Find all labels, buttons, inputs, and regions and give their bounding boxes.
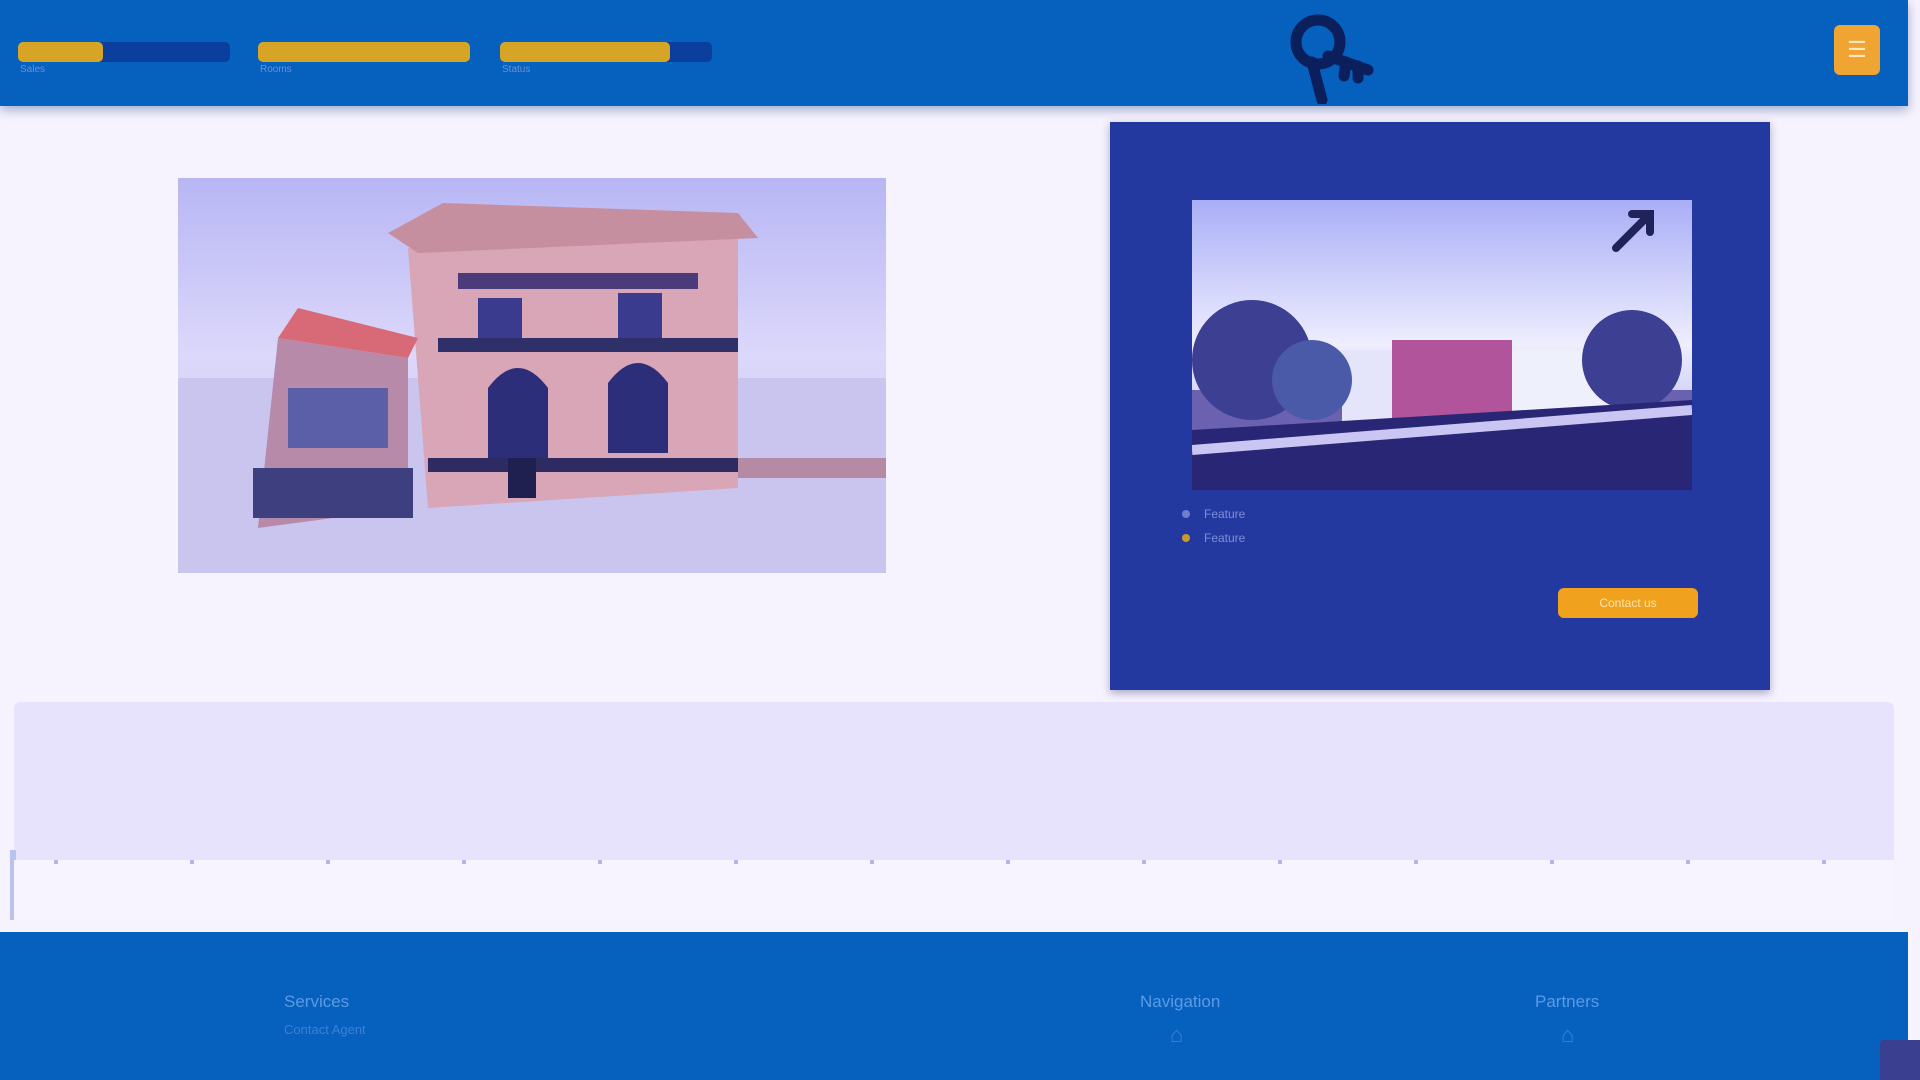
corner-widget[interactable] — [1880, 1040, 1920, 1080]
feature-label: Feature — [1204, 507, 1246, 521]
expand-icon[interactable] — [1610, 208, 1656, 254]
footer-heading: Services — [284, 992, 350, 1011]
timeline-tick — [1414, 860, 1418, 864]
timeline-tick — [734, 860, 738, 864]
slider-label: Sales — [20, 64, 46, 75]
feature-list: Feature Feature — [1182, 502, 1245, 550]
timeline-tick — [1006, 860, 1010, 864]
feature-label: Feature — [1204, 531, 1246, 545]
timeline-tick — [1142, 860, 1146, 864]
timeline-tick — [190, 860, 194, 864]
filter-slider-sales[interactable]: Sales — [18, 34, 230, 75]
timeline-ticks — [14, 860, 1894, 874]
timeline-tick — [598, 860, 602, 864]
footer-partners: Partners ⌂ — [1535, 992, 1599, 1048]
top-navigation-bar: Sales Rooms Status ☰ — [0, 0, 1908, 106]
menu-icon: ☰ — [1847, 37, 1867, 62]
house-rendering-image — [178, 178, 886, 573]
slider-label: Rooms — [260, 64, 292, 75]
timeline-band — [10, 702, 1894, 922]
timeline-tick — [1278, 860, 1282, 864]
timeline-tick — [462, 860, 466, 864]
home-icon[interactable]: ⌂ — [1140, 1022, 1220, 1048]
contact-agent-link[interactable]: Contact Agent — [284, 1022, 366, 1037]
list-item: Feature — [1182, 502, 1245, 526]
slider-fill — [258, 42, 470, 62]
list-item: Feature — [1182, 526, 1245, 550]
timeline-tick — [870, 860, 874, 864]
footer-navigation: Navigation ⌂ — [1140, 992, 1220, 1048]
slider-label: Status — [502, 64, 531, 75]
footer-services: Services Contact Agent — [284, 992, 366, 1037]
contact-button[interactable]: Contact us — [1558, 588, 1698, 618]
timeline-tick — [1686, 860, 1690, 864]
timeline-track[interactable] — [14, 860, 1894, 922]
home-icon[interactable]: ⌂ — [1535, 1022, 1599, 1048]
timeline-tick — [326, 860, 330, 864]
key-logo-icon[interactable] — [1272, 4, 1382, 104]
filter-slider-status[interactable]: Status — [500, 34, 712, 75]
property-card: Feature Feature Contact us — [1110, 122, 1770, 690]
timeline-tick — [1550, 860, 1554, 864]
footer-heading: Partners — [1535, 992, 1600, 1011]
footer: Services Contact Agent Navigation ⌂ Part… — [0, 932, 1908, 1080]
slider-fill — [500, 42, 670, 62]
filter-slider-rooms[interactable]: Rooms — [258, 34, 470, 75]
timeline-tick — [1822, 860, 1826, 864]
bullet-icon — [1182, 534, 1190, 542]
footer-heading: Navigation — [1140, 992, 1221, 1011]
slider-fill — [18, 42, 103, 62]
timeline-tick — [54, 860, 58, 864]
menu-button[interactable]: ☰ — [1834, 25, 1880, 75]
bullet-icon — [1182, 510, 1190, 518]
